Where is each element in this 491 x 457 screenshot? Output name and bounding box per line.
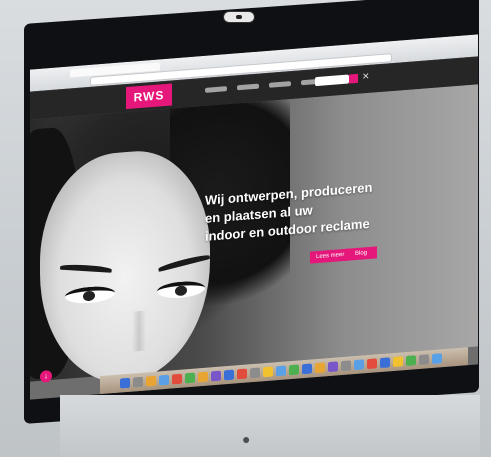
- monitor-photo: RWS ✕ Wij ontwerpen, produceren en plaat…: [0, 0, 491, 457]
- eye: [65, 284, 115, 305]
- dock-icon[interactable]: [393, 356, 403, 368]
- dock-icon[interactable]: [341, 360, 351, 372]
- search-icon[interactable]: ✕: [362, 71, 370, 83]
- dock-icon[interactable]: [276, 365, 286, 377]
- dock-icon[interactable]: [380, 357, 390, 369]
- nav-item[interactable]: [205, 86, 227, 93]
- nav-item[interactable]: [237, 83, 259, 91]
- dock-icon[interactable]: [237, 368, 247, 380]
- dock-icon[interactable]: [146, 375, 156, 387]
- dock-icon[interactable]: [432, 353, 442, 364]
- dock-icon[interactable]: [198, 371, 208, 383]
- eye: [157, 279, 205, 300]
- site-logo[interactable]: RWS: [126, 83, 172, 110]
- apple-logo-icon: ●: [242, 431, 251, 447]
- dock-icon[interactable]: [250, 367, 260, 379]
- scroll-down-icon[interactable]: ↓: [40, 369, 52, 383]
- dock-icon[interactable]: [406, 355, 416, 367]
- dock-icon[interactable]: [172, 373, 182, 385]
- dock-icon[interactable]: [289, 364, 299, 376]
- nav-item[interactable]: [269, 81, 291, 88]
- dock-icon[interactable]: [419, 354, 429, 366]
- dock-icon[interactable]: [302, 363, 312, 375]
- dock-icon[interactable]: [133, 376, 143, 388]
- hero-banner: Wij ontwerpen, produceren en plaatsen al…: [30, 84, 478, 398]
- dock-icon[interactable]: [211, 370, 221, 382]
- eyebrow: [59, 263, 113, 273]
- dock-icon[interactable]: [354, 359, 364, 371]
- search-button[interactable]: [349, 73, 358, 84]
- monitor-chin: [60, 395, 480, 457]
- monitor-screen: RWS ✕ Wij ontwerpen, produceren en plaat…: [30, 34, 478, 400]
- camera-icon: [224, 12, 254, 22]
- search-input[interactable]: [315, 74, 349, 87]
- dock-icon[interactable]: [224, 369, 234, 381]
- dock-icon[interactable]: [185, 372, 195, 384]
- dock-icon[interactable]: [159, 374, 169, 386]
- eyebrow: [157, 253, 211, 272]
- nose: [132, 310, 146, 352]
- blog-button[interactable]: Blog: [345, 246, 377, 261]
- dock-icon[interactable]: [315, 362, 325, 374]
- model-face: [40, 145, 211, 398]
- dock-icon[interactable]: [263, 366, 273, 378]
- dock-icon[interactable]: [120, 377, 130, 389]
- dock-icon[interactable]: [367, 358, 377, 370]
- dock-icon[interactable]: [328, 361, 338, 373]
